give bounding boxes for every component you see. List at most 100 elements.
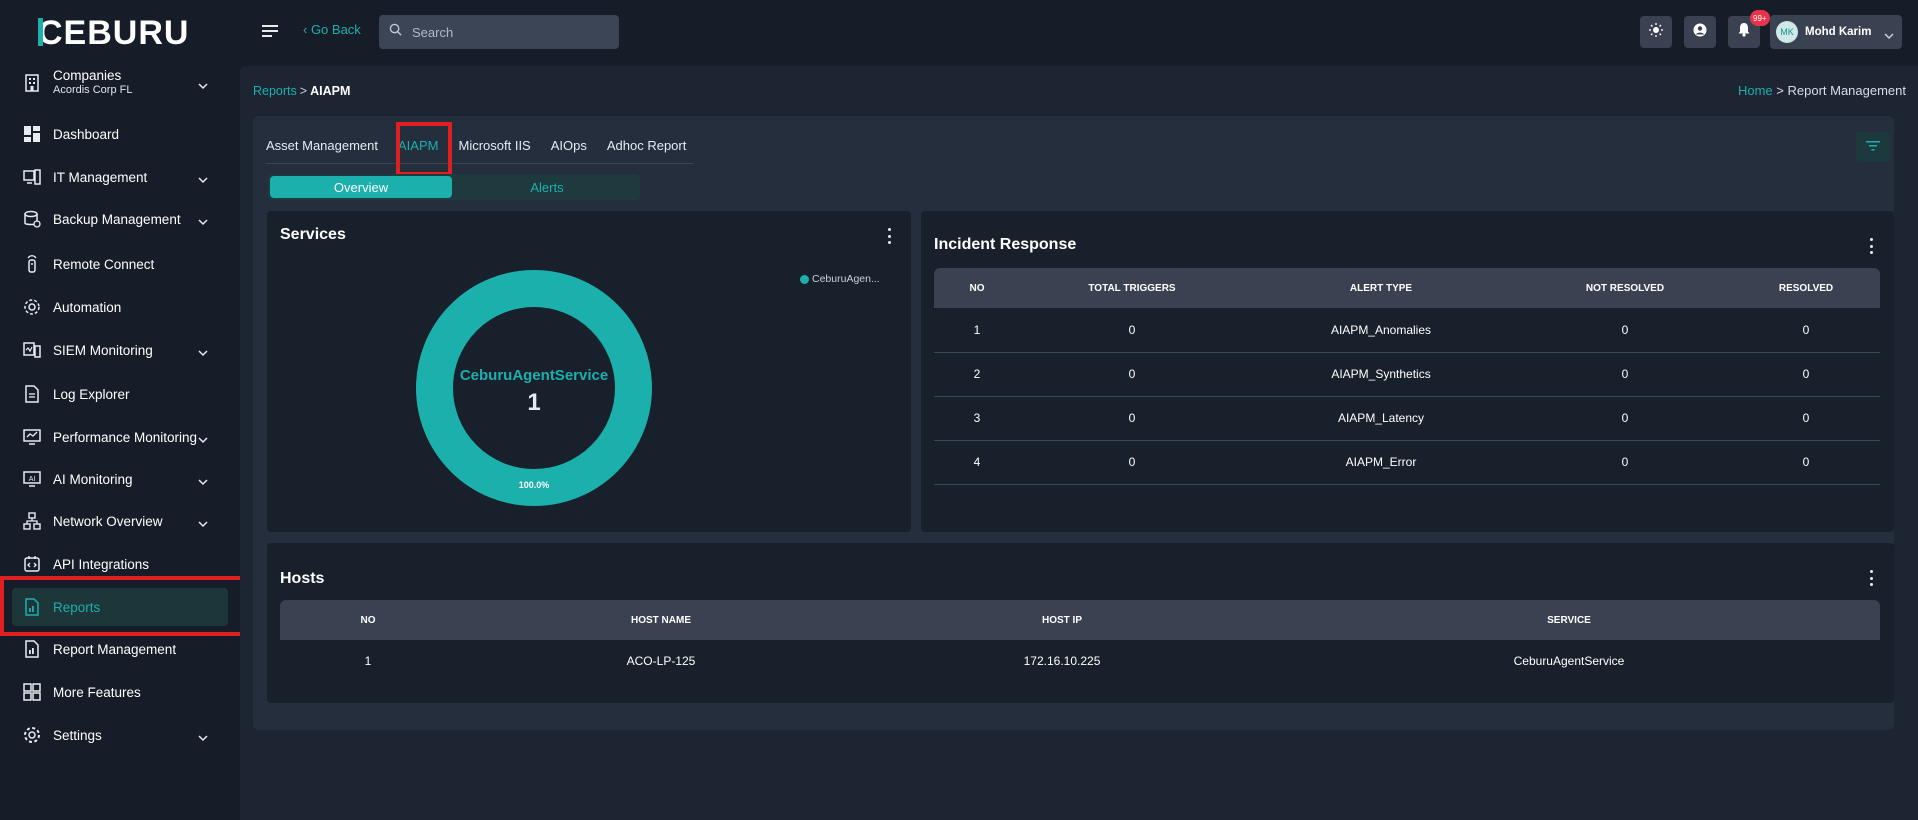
col-service: SERVICE (1258, 600, 1880, 640)
theme-toggle-button[interactable] (1640, 16, 1672, 48)
user-name: Mohd Karim (1805, 26, 1872, 38)
hosts-menu-icon[interactable] (1866, 570, 1876, 586)
table-cell: 0 (1732, 396, 1880, 441)
services-title: Services (280, 226, 346, 243)
table-cell: AIAPM_Error (1244, 440, 1518, 485)
sidebar-item-remote-connect[interactable]: Remote Connect (12, 245, 228, 283)
svg-text:AI: AI (29, 476, 36, 483)
table-cell: 0 (1732, 352, 1880, 397)
sidebar-item-performance-monitoring[interactable]: Performance Monitoring (12, 418, 228, 456)
breadcrumb: Reports > AIAPM (253, 84, 350, 98)
table-cell: 0 (1518, 352, 1732, 397)
search-icon (389, 23, 402, 41)
donut-slice[interactable] (416, 270, 652, 506)
sidebar-item-settings[interactable]: Settings (12, 716, 228, 754)
table-header-row: NO HOST NAME HOST IP SERVICE (280, 600, 1880, 640)
bell-icon (1737, 22, 1751, 42)
sidebar-item-label: API Integrations (53, 556, 150, 572)
network-icon (22, 511, 42, 531)
chevron-down-icon (198, 77, 208, 95)
ceburu-logo[interactable]: CEBURU (38, 14, 203, 50)
chevron-down-icon (198, 431, 208, 449)
table-cell: AIAPM_Anomalies (1244, 308, 1518, 353)
sidebar-item-siem-monitoring[interactable]: SIEM Monitoring (12, 331, 228, 369)
automation-gear-icon (22, 297, 42, 317)
go-back-link[interactable]: ‹ Go Back (303, 22, 361, 37)
sidebar-item-label: Remote Connect (53, 256, 155, 272)
tab-adhoc-report[interactable]: Adhoc Report (607, 138, 687, 164)
search-box[interactable] (379, 15, 619, 49)
incident-menu-icon[interactable] (1866, 238, 1876, 254)
overview-toggle[interactable]: Overview (270, 176, 452, 198)
col-alert-type: ALERT TYPE (1244, 268, 1518, 308)
siem-icon (22, 340, 42, 360)
chevron-down-icon (198, 515, 208, 533)
col-no: NO (934, 268, 1020, 308)
sidebar-item-log-explorer[interactable]: Log Explorer (12, 375, 228, 413)
sidebar-item-label: Settings (53, 727, 102, 743)
sidebar-item-ai-monitoring[interactable]: AI AI Monitoring (12, 460, 228, 498)
search-input[interactable] (412, 24, 602, 40)
services-menu-icon[interactable] (884, 228, 894, 244)
sidebar-item-label: Backup Management (53, 211, 181, 227)
hosts-table: NO HOST NAME HOST IP SERVICE 1 ACO-LP-125… (280, 600, 1880, 682)
sun-icon (1649, 22, 1663, 42)
sidebar-item-dashboard[interactable]: Dashboard (12, 115, 228, 153)
chevron-down-icon (198, 473, 208, 491)
sidebar-item-automation[interactable]: Automation (12, 288, 228, 326)
highlight-box-reports (0, 576, 246, 636)
report-management-icon (22, 639, 42, 659)
grid-icon (22, 682, 42, 702)
breadcrumb-reports-link[interactable]: Reports (253, 84, 297, 98)
sidebar-item-label: Automation (53, 299, 122, 315)
alerts-toggle[interactable]: Alerts (454, 174, 640, 200)
donut-percent-label: 100.0% (519, 480, 550, 490)
tab-asset-management[interactable]: Asset Management (266, 138, 378, 164)
table-cell: 0 (1732, 440, 1880, 485)
donut-center-label: CeburuAgentService (460, 367, 608, 384)
sidebar-item-label: Dashboard (53, 126, 120, 142)
account-button[interactable] (1684, 16, 1716, 48)
filter-button[interactable] (1856, 132, 1890, 162)
sidebar-item-more-features[interactable]: More Features (12, 673, 228, 711)
tab-microsoft-iis[interactable]: Microsoft IIS (458, 138, 530, 164)
table-cell: AIAPM_Synthetics (1244, 352, 1518, 397)
table-cell: 4 (934, 440, 1020, 485)
col-host-name: HOST NAME (456, 600, 866, 640)
it-management-icon (22, 167, 42, 187)
chevron-down-icon (198, 213, 208, 231)
table-cell: 0 (1518, 308, 1732, 353)
breadcrumb-current: AIAPM (310, 84, 351, 98)
table-cell: 1 (934, 308, 1020, 353)
svg-text:CEBURU: CEBURU (38, 14, 189, 50)
user-menu[interactable]: MK Mohd Karim (1770, 15, 1902, 49)
hamburger-menu-icon[interactable] (262, 24, 278, 43)
chevron-down-icon (198, 344, 208, 362)
breadcrumb-home-link[interactable]: Home (1738, 83, 1773, 98)
sidebar-item-it-management[interactable]: IT Management (12, 158, 228, 196)
chevron-down-icon (198, 729, 208, 747)
table-row: 4 0 AIAPM_Error 0 0 (934, 440, 1880, 485)
table-cell: 172.16.10.225 (1023, 654, 1101, 668)
chevron-down-icon (198, 171, 208, 189)
sidebar-item-label: More Features (53, 684, 141, 700)
table-cell: 0 (1020, 440, 1244, 485)
legend-swatch (800, 274, 809, 284)
sidebar-item-label: Network Overview (53, 513, 163, 529)
table-cell: 0 (1732, 308, 1880, 353)
breadcrumb-right: Home > Report Management (1738, 83, 1906, 98)
sidebar-item-network-overview[interactable]: Network Overview (12, 502, 228, 540)
backup-icon (22, 209, 42, 229)
api-icon (22, 554, 42, 574)
sidebar-item-label: Report Management (53, 641, 177, 657)
chart-legend[interactable]: CeburuAgen... (800, 273, 880, 285)
sidebar-item-companies[interactable]: Companies Acordis Corp FL (12, 64, 228, 102)
table-cell: 0 (1020, 396, 1244, 441)
highlight-box-tab (396, 122, 452, 176)
building-icon (22, 73, 42, 93)
sidebar-item-backup-management[interactable]: Backup Management (12, 200, 228, 238)
table-cell: ACO-LP-125 (626, 654, 696, 668)
view-segmented-control: Overview Alerts (268, 174, 640, 200)
filter-icon (1866, 138, 1880, 156)
tab-aiops[interactable]: AIOps (551, 138, 587, 164)
